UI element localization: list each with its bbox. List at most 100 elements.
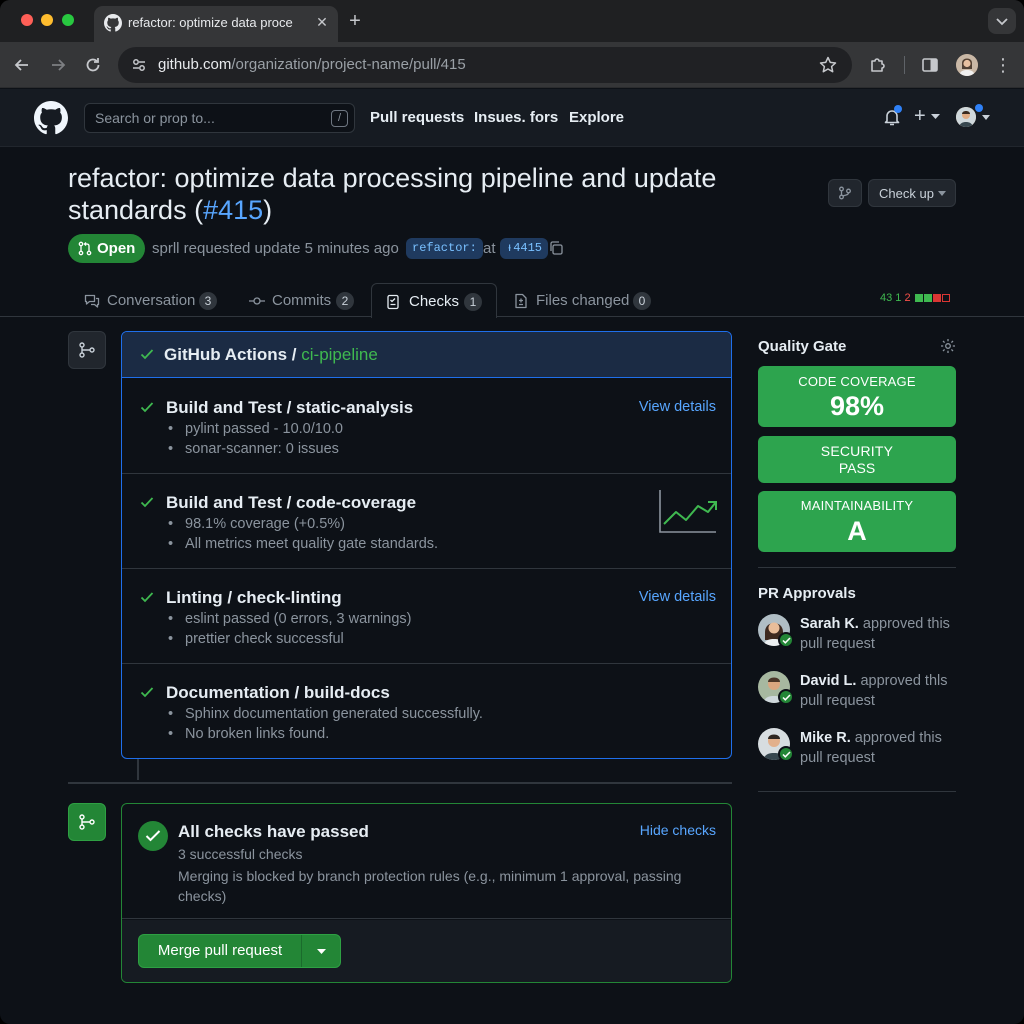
pr-state-badge: Open: [68, 234, 145, 263]
check-icon: [140, 592, 154, 603]
nav-issues[interactable]: Insues. fors: [474, 109, 558, 126]
approval-text: Sarah K. approved this pull request: [800, 616, 950, 652]
merge-options-dropdown[interactable]: [302, 935, 340, 967]
browser-tab[interactable]: refactor: optimize data proce ✕: [94, 6, 338, 42]
gear-icon[interactable]: [940, 338, 956, 354]
reviewer-name[interactable]: David L.: [800, 673, 856, 689]
nav-pull-requests[interactable]: Pull requests: [370, 109, 464, 126]
reviewer-name[interactable]: Sarah K.: [800, 616, 859, 632]
pr-number[interactable]: #415: [203, 195, 263, 225]
diffstat: 43 1 2: [880, 292, 950, 304]
minimize-window-button[interactable]: [41, 14, 53, 26]
check-icon: [140, 497, 154, 508]
check-run-detail: prettier check successful: [168, 631, 344, 647]
pr-state-label: Open: [97, 240, 136, 257]
tab-count: 0: [633, 292, 651, 310]
approval-item: Mike R. approved this pull request: [758, 728, 958, 774]
check-run-detail: No broken links found.: [168, 726, 329, 742]
ref-chip[interactable]: ᵻ4415: [500, 238, 549, 259]
diffstat-block: [914, 294, 923, 302]
browser-window: refactor: optimize data proce ✕ + github…: [0, 0, 1024, 1024]
check-run-row[interactable]: Linting / check-linting View details esl…: [122, 569, 731, 664]
merge-status-title: All checks have passed: [178, 822, 369, 841]
pipeline-name[interactable]: ci-pipeline: [301, 345, 378, 364]
commit-icon: [249, 297, 265, 305]
check-run-row[interactable]: Documentation / build-docs Sphinx docume…: [122, 664, 731, 758]
github-search-input[interactable]: [95, 109, 323, 127]
github-logo-icon[interactable]: [34, 101, 68, 135]
check-icon: [140, 402, 154, 413]
check-run-title: Linting / check-linting: [166, 588, 342, 607]
pr-title-line2: standards (#415): [68, 195, 273, 225]
maintainability-tile: MAINTAINABILITY A: [758, 491, 956, 552]
hide-checks-link[interactable]: Hide checks: [640, 822, 716, 838]
forward-arrow-icon[interactable]: [48, 55, 68, 75]
new-tab-icon[interactable]: +: [344, 10, 366, 32]
plus-icon: +: [914, 105, 926, 127]
check-run-detail: All metrics meet quality gate standards.: [168, 536, 438, 552]
url-text: github.com/organization/project-name/pul…: [158, 56, 466, 73]
check-run-row[interactable]: Build and Test / code-coverage 98.1% cov…: [122, 474, 731, 569]
merge-actions: Merge pull request: [122, 920, 731, 982]
maximize-window-button[interactable]: [62, 14, 74, 26]
checks-card: GitHub Actions / ci-pipeline Build and T…: [121, 331, 732, 759]
browser-profile-avatar[interactable]: [956, 54, 978, 76]
tab-conversation[interactable]: Conversation 3: [84, 283, 224, 317]
check-run-detail: sonar-scanner: 0 issues: [168, 441, 339, 457]
merge-pull-request-button[interactable]: Merge pull request: [139, 935, 301, 967]
reviewer-name[interactable]: Mike R.: [800, 730, 851, 746]
tile-value: PASS: [838, 460, 876, 476]
github-search-box[interactable]: /: [84, 103, 355, 133]
copy-icon[interactable]: [548, 240, 564, 256]
view-details-link[interactable]: View details: [639, 399, 716, 415]
pr-meta-at: at: [483, 240, 496, 257]
check-up-button[interactable]: Check up: [868, 179, 956, 207]
timeline-merge-badge: [68, 803, 106, 841]
caret-down-icon: [317, 949, 326, 954]
approval-text: David L. approved thls pull request: [800, 673, 948, 709]
site-info-icon[interactable]: [130, 56, 148, 74]
tab-checks[interactable]: Checks 1: [371, 283, 497, 318]
git-branch-icon: [79, 342, 95, 358]
pr-meta-text: sprll requested update 5 minutes ago: [152, 240, 399, 257]
close-tab-icon[interactable]: ✕: [312, 12, 332, 32]
create-new-dropdown[interactable]: +: [914, 105, 944, 129]
address-bar[interactable]: github.com/organization/project-name/pul…: [118, 47, 852, 83]
tab-files-changed[interactable]: Files changed 0: [513, 283, 655, 317]
check-icon: [145, 830, 161, 842]
browser-menu-icon[interactable]: ⋮: [994, 54, 1012, 76]
browser-toolbar: github.com/organization/project-name/pul…: [0, 42, 1024, 88]
avatar-caret-icon[interactable]: [982, 115, 990, 120]
close-window-button[interactable]: [21, 14, 33, 26]
profile-person-icon: [956, 54, 978, 76]
trend-chart-icon: [659, 490, 717, 533]
tile-label: MAINTAINABILITY: [800, 498, 914, 513]
pr-title-line1: refactor: optimize data processing pipel…: [68, 163, 717, 193]
check-run-row[interactable]: Build and Test / static-analysis View de…: [122, 379, 731, 474]
merge-button-group: Merge pull request: [138, 934, 341, 968]
user-avatar[interactable]: [956, 107, 976, 127]
check-up-label: Check up: [879, 186, 934, 201]
merge-box: All checks have passed Hide checks 3 suc…: [121, 803, 732, 983]
reload-icon[interactable]: [83, 55, 103, 75]
branch-chip[interactable]: refactor:: [406, 238, 483, 259]
success-icon: [138, 821, 168, 851]
check-icon: [140, 687, 154, 698]
diffstat-block: [941, 294, 950, 302]
tab-count: 1: [464, 293, 482, 311]
bookmark-star-icon[interactable]: [818, 55, 838, 75]
tab-commits[interactable]: Commits 2: [249, 283, 359, 317]
extensions-puzzle-icon[interactable]: [868, 55, 888, 75]
approval-item: Sarah K. approved this pull request: [758, 614, 958, 660]
timeline-divider: [68, 782, 732, 784]
view-details-link[interactable]: View details: [639, 589, 716, 605]
caret-down-icon: [931, 114, 940, 119]
slash-shortcut-key: /: [331, 110, 348, 127]
tab-search-button[interactable]: [988, 8, 1016, 34]
back-arrow-icon[interactable]: [12, 55, 32, 75]
branch-action-button[interactable]: [828, 179, 862, 207]
side-panel-icon[interactable]: [920, 55, 940, 75]
git-branch-icon: [839, 186, 851, 200]
nav-explore[interactable]: Explore: [569, 109, 624, 126]
tile-label: SECURITY: [820, 443, 894, 459]
